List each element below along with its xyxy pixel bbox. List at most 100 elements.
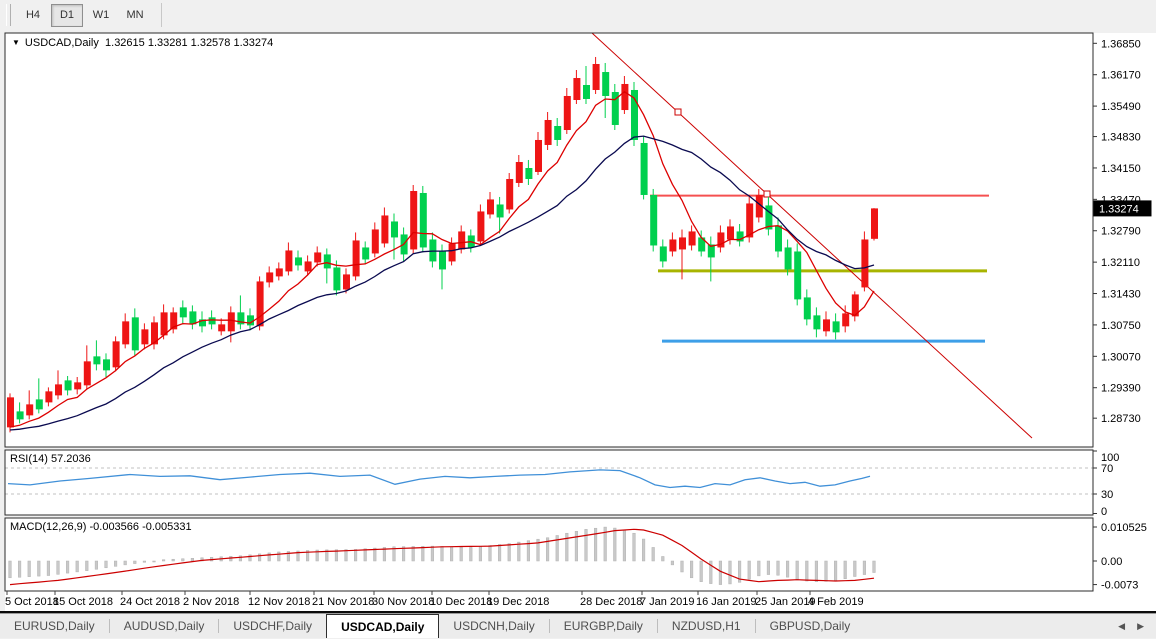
macd-histogram-bar xyxy=(239,556,242,561)
tab-USDCNH-Daily[interactable]: USDCNH,Daily xyxy=(439,614,548,638)
candle xyxy=(333,267,340,290)
macd-histogram-bar xyxy=(815,561,818,582)
candle xyxy=(161,312,168,335)
trading-platform-window: H4D1W1MN 1.368501.361701.354901.348301.3… xyxy=(0,0,1156,639)
macd-histogram-bar xyxy=(95,561,98,569)
tab-USDCHF-Daily[interactable]: USDCHF,Daily xyxy=(219,614,326,638)
macd-histogram-bar xyxy=(575,531,578,561)
tab-scroll-right-icon[interactable]: ▶ xyxy=(1137,621,1144,632)
macd-signal-value: -0.005331 xyxy=(142,521,192,533)
macd-histogram-bar xyxy=(489,545,492,561)
macd-histogram-bar xyxy=(278,552,281,561)
macd-histogram-bar xyxy=(143,561,146,562)
macd-histogram-bar xyxy=(566,533,569,561)
tab-GBPUSD-Daily[interactable]: GBPUSD,Daily xyxy=(756,614,865,638)
chart-symbol-dropdown-icon[interactable]: ▼ xyxy=(12,38,20,47)
legend-ohlc: 1.32615 1.33281 1.32578 1.33274 xyxy=(105,37,273,49)
macd-histogram-bar xyxy=(748,561,751,579)
trendline-handle[interactable] xyxy=(764,191,770,197)
macd-histogram-bar xyxy=(86,561,89,571)
candle xyxy=(295,257,302,265)
macd-histogram-bar xyxy=(652,547,655,561)
date-label: 4 Feb 2019 xyxy=(808,596,864,608)
macd-histogram-bar xyxy=(786,561,789,577)
macd-histogram-bar xyxy=(268,553,271,561)
macd-histogram-bar xyxy=(662,556,665,561)
macd-name: MACD(12,26,9) xyxy=(10,521,86,533)
date-label: 30 Nov 2018 xyxy=(372,596,434,608)
candle xyxy=(525,168,532,179)
candle xyxy=(132,317,139,350)
candle xyxy=(439,251,446,269)
candle xyxy=(573,78,580,100)
candle xyxy=(305,261,312,271)
tab-scroll-left-icon[interactable]: ◀ xyxy=(1118,621,1125,632)
rsi-axis-label: 30 xyxy=(1101,489,1113,501)
macd-histogram-bar xyxy=(172,559,175,561)
price-axis-label: 1.35490 xyxy=(1101,101,1141,113)
tab-USDCAD-Daily[interactable]: USDCAD,Daily xyxy=(326,614,439,638)
tab-AUDUSD-Daily[interactable]: AUDUSD,Daily xyxy=(110,614,219,638)
candle xyxy=(180,307,187,317)
candle xyxy=(621,84,628,110)
price-axis-label: 1.30070 xyxy=(1101,351,1141,363)
candle xyxy=(545,120,552,145)
price-axis-label: 1.28730 xyxy=(1101,413,1141,425)
candle xyxy=(641,143,648,195)
candle xyxy=(727,226,734,239)
macd-histogram-bar xyxy=(796,561,799,580)
macd-histogram-bar xyxy=(470,547,473,561)
macd-histogram-bar xyxy=(834,561,837,580)
candle xyxy=(583,85,590,99)
price-axis-label: 1.36170 xyxy=(1101,70,1141,82)
tab-EURUSD-Daily[interactable]: EURUSD,Daily xyxy=(0,614,109,638)
price-axis-label: 1.31430 xyxy=(1101,289,1141,301)
candle xyxy=(247,315,254,325)
candle xyxy=(209,317,216,324)
macd-histogram-bar xyxy=(614,528,617,561)
macd-histogram-bar xyxy=(671,561,674,565)
candle xyxy=(506,179,513,209)
candle xyxy=(84,361,91,385)
macd-histogram-bar xyxy=(719,561,722,585)
price-axis-label: 1.30750 xyxy=(1101,320,1141,332)
candle xyxy=(679,237,686,249)
candle xyxy=(497,204,504,217)
trendline-handle[interactable] xyxy=(675,109,681,115)
candle xyxy=(785,247,792,269)
macd-histogram-bar xyxy=(700,561,703,582)
tab-EURGBP-Daily[interactable]: EURGBP,Daily xyxy=(550,614,657,638)
chart-legend: ▼USDCAD,Daily 1.32615 1.33281 1.32578 1.… xyxy=(12,37,273,49)
candle xyxy=(141,329,148,344)
date-label: 12 Nov 2018 xyxy=(248,596,310,608)
macd-axis-label: 0.010525 xyxy=(1101,522,1147,534)
candle xyxy=(477,211,484,241)
macd-histogram-bar xyxy=(28,561,31,577)
candle xyxy=(410,191,417,249)
rsi-indicator-label: RSI(14) 57.2036 xyxy=(10,453,91,465)
candle xyxy=(861,239,868,287)
macd-histogram-bar xyxy=(623,530,626,561)
candle xyxy=(228,312,235,331)
macd-main-value: -0.003566 xyxy=(89,521,139,533)
macd-histogram-bar xyxy=(412,546,415,561)
macd-histogram-bar xyxy=(124,561,127,565)
macd-histogram-bar xyxy=(105,561,108,568)
candle xyxy=(813,315,820,329)
candle xyxy=(45,391,52,402)
candle xyxy=(93,356,100,364)
macd-histogram-bar xyxy=(508,544,511,561)
macd-histogram-bar xyxy=(633,533,636,561)
macd-histogram-bar xyxy=(182,559,185,561)
candle xyxy=(55,384,62,395)
candle xyxy=(122,321,129,344)
macd-histogram-bar xyxy=(114,561,117,566)
candle xyxy=(535,140,542,172)
macd-histogram-bar xyxy=(806,561,809,581)
candle xyxy=(17,411,24,419)
candle xyxy=(650,195,657,246)
macd-histogram-bar xyxy=(76,561,79,572)
candle xyxy=(660,246,667,261)
tab-NZDUSD-H1[interactable]: NZDUSD,H1 xyxy=(658,614,755,638)
date-label: 24 Oct 2018 xyxy=(120,596,180,608)
